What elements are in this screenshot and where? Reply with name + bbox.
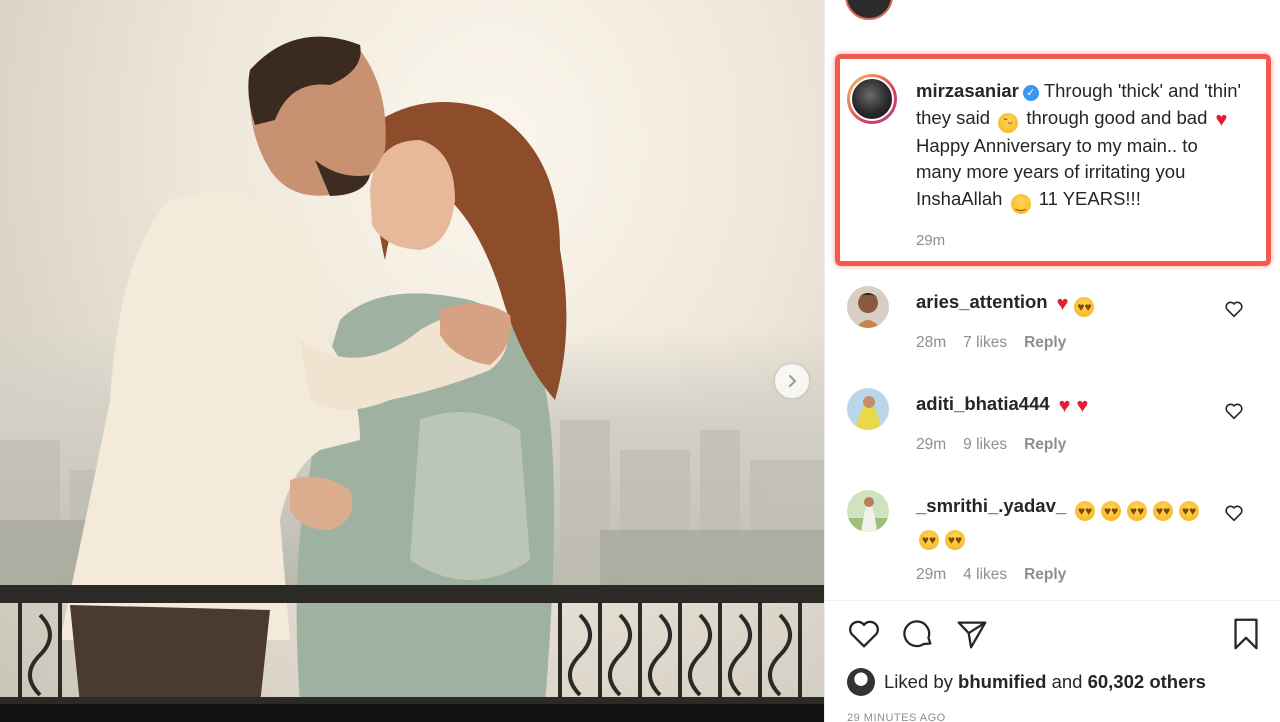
likes-middle: and: [1051, 671, 1083, 692]
comment-username[interactable]: _smrithi_.yadav_: [916, 495, 1066, 516]
likes-user[interactable]: bhumified: [958, 671, 1046, 693]
avatar[interactable]: [845, 0, 893, 20]
heart-eyes-emoji-icon: ♥♥: [945, 530, 965, 550]
post-timestamp: 29 MINUTES AGO: [847, 712, 946, 722]
caption-username[interactable]: mirzasaniar: [916, 80, 1019, 101]
comment-text: aries_attention ♥ ♥♥: [916, 288, 1216, 317]
post-details-panel: mirzasaniar ✓ Through 'thick' and 'thin' t…: [824, 0, 1280, 722]
comment-likes[interactable]: 7 likes: [963, 334, 1007, 351]
share-icon[interactable]: [953, 615, 991, 653]
avatar[interactable]: [847, 388, 889, 430]
caption-text: mirzasaniar ✓ Through 'thick' and 'thin' t…: [916, 78, 1248, 214]
comment-username[interactable]: aries_attention: [916, 291, 1048, 312]
heart-eyes-emoji-icon: ♥♥: [1101, 501, 1122, 521]
heart-emoji-icon: ♥: [1215, 108, 1228, 131]
comment-likes[interactable]: 9 likes: [963, 436, 1007, 453]
avatar[interactable]: [847, 74, 897, 124]
likes-others[interactable]: 60,302 others: [1088, 671, 1206, 693]
heart-eyes-emoji-icon: ♥♥: [1179, 501, 1200, 521]
heart-eyes-emoji-icon: ♥♥: [1075, 501, 1096, 521]
comment-timestamp: 29m: [916, 436, 947, 453]
comment-meta: 28m 7 likes Reply: [916, 334, 1083, 352]
heart-outline-icon[interactable]: [1223, 298, 1245, 320]
chevron-right-icon: [789, 375, 797, 387]
comment-icon[interactable]: [899, 615, 937, 653]
avatar[interactable]: [847, 668, 875, 696]
likes-summary: Liked by bhumified and 60,302 others: [847, 666, 1206, 698]
heart-emoji-icon: ♥: [1056, 293, 1069, 315]
photo-bottom-bar: [0, 704, 824, 722]
balcony-railing: [0, 585, 824, 705]
smirk-emoji-icon: ‿: [1010, 193, 1031, 214]
caption-text-part-4: 11 YEARS!!!: [1038, 187, 1141, 209]
post-action-bar: [825, 600, 1280, 662]
heart-eyes-emoji-icon: ♥♥: [1153, 501, 1174, 521]
bookmark-icon[interactable]: [1227, 615, 1265, 653]
post-photo[interactable]: [0, 0, 824, 722]
verified-icon: ✓: [1022, 85, 1039, 101]
caption-timestamp: 29m: [916, 232, 946, 249]
comment-timestamp: 29m: [916, 566, 947, 583]
comment-text: aditi_bhatia444 ♥ ♥: [916, 390, 1216, 417]
heart-outline-icon[interactable]: [1223, 400, 1245, 422]
heart-eyes-emoji-icon: ♥♥: [1127, 501, 1148, 521]
heart-emoji-icon: ♥: [1058, 395, 1071, 417]
comment-likes[interactable]: 4 likes: [963, 566, 1007, 583]
reply-button[interactable]: Reply: [1024, 436, 1066, 453]
comment-timestamp: 28m: [916, 334, 947, 351]
caption-text-part-2: through good and bad: [1026, 106, 1208, 128]
heart-outline-icon[interactable]: [1223, 502, 1245, 524]
heart-emoji-icon: ♥: [1076, 395, 1089, 417]
comment-text: _smrithi_.yadav_ ♥♥ ♥♥ ♥♥ ♥♥ ♥♥♥♥ ♥♥: [916, 492, 1216, 550]
heart-outline-icon[interactable]: [845, 615, 883, 653]
reply-button[interactable]: Reply: [1024, 566, 1066, 583]
comment-username[interactable]: aditi_bhatia444: [916, 393, 1050, 414]
reply-button[interactable]: Reply: [1024, 334, 1066, 351]
avatar[interactable]: [847, 286, 889, 328]
tongue-emoji-icon: ˘ᵕ: [998, 112, 1019, 133]
heart-eyes-emoji-icon: ♥♥: [1074, 297, 1095, 317]
likes-prefix: Liked by: [884, 671, 953, 692]
comment-meta: 29m 4 likes Reply: [916, 566, 1083, 584]
next-photo-button[interactable]: [775, 364, 809, 398]
avatar[interactable]: [847, 490, 889, 532]
heart-eyes-emoji-icon: ♥♥: [919, 530, 939, 550]
comment-meta: 29m 9 likes Reply: [916, 436, 1083, 454]
